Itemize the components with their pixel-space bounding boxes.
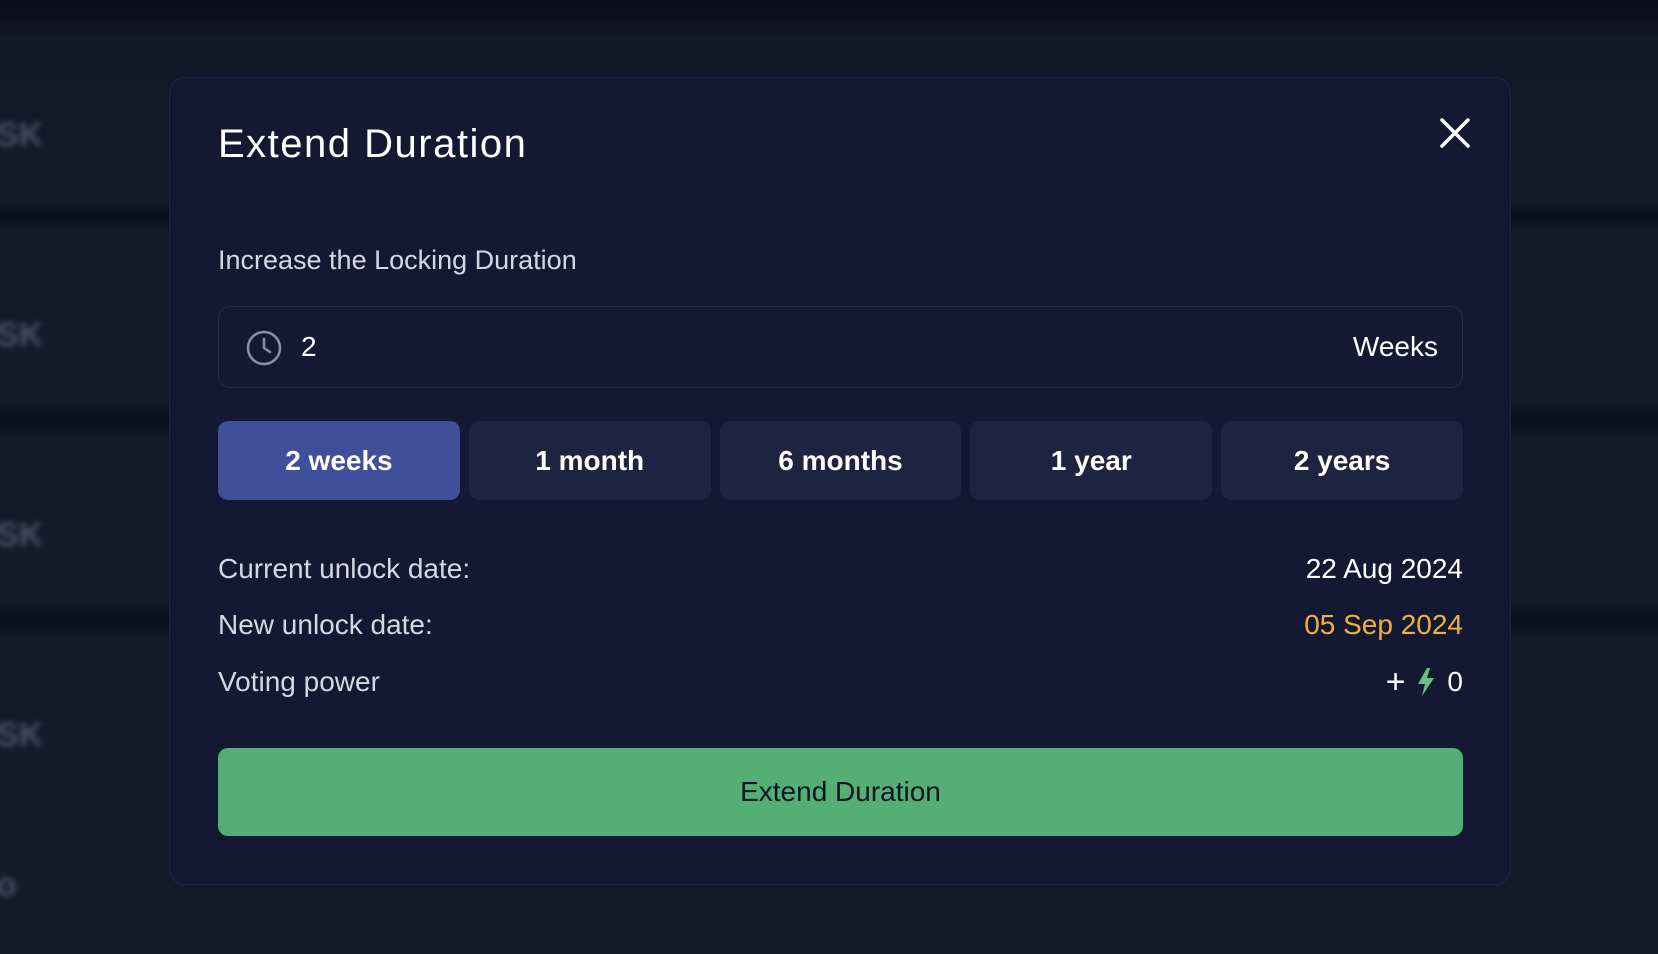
duration-subtitle: Increase the Locking Duration xyxy=(218,245,577,275)
current-unlock-value: 22 Aug 2024 xyxy=(1305,553,1463,584)
clock-icon xyxy=(246,330,282,366)
new-unlock-row: New unlock date: 05 Sep 2024 xyxy=(218,609,1463,641)
preset-1-month[interactable]: 1 month xyxy=(468,421,711,500)
new-unlock-value: 05 Sep 2024 xyxy=(1304,609,1463,640)
duration-unit: Weeks xyxy=(1352,331,1438,362)
background-row-label: SK xyxy=(0,716,44,754)
plus-sign: + xyxy=(1385,663,1406,701)
preset-6-months[interactable]: 6 months xyxy=(719,421,962,500)
background-row-label: SK xyxy=(0,516,44,554)
background-row-label: SK xyxy=(0,116,44,154)
voting-power-value-group: + 0 xyxy=(1386,665,1463,699)
duration-presets: 2 weeks 1 month 6 months 1 year 2 years xyxy=(218,421,1463,500)
close-button[interactable] xyxy=(1438,116,1472,150)
current-unlock-row: Current unlock date: 22 Aug 2024 xyxy=(218,553,1463,585)
background-row-label: SK xyxy=(0,316,44,354)
modal-title: Extend Duration xyxy=(218,122,528,166)
voting-power-row: Voting power + 0 xyxy=(218,665,1463,699)
duration-input[interactable] xyxy=(301,331,1201,363)
bolt-icon xyxy=(1418,668,1435,696)
voting-power-value: 0 xyxy=(1447,666,1463,697)
current-unlock-label: Current unlock date: xyxy=(218,553,471,584)
preset-2-years[interactable]: 2 years xyxy=(1221,421,1463,500)
preset-2-weeks[interactable]: 2 weeks xyxy=(218,421,460,500)
extend-duration-modal: Extend Duration Increase the Locking Dur… xyxy=(169,77,1511,885)
voting-power-label: Voting power xyxy=(218,666,380,697)
close-icon xyxy=(1440,118,1470,148)
duration-field[interactable]: Weeks xyxy=(218,306,1463,388)
extend-duration-button[interactable]: Extend Duration xyxy=(218,748,1463,836)
new-unlock-label: New unlock date: xyxy=(218,609,433,640)
background-row-label: o xyxy=(0,866,17,904)
preset-1-year[interactable]: 1 year xyxy=(970,421,1213,500)
